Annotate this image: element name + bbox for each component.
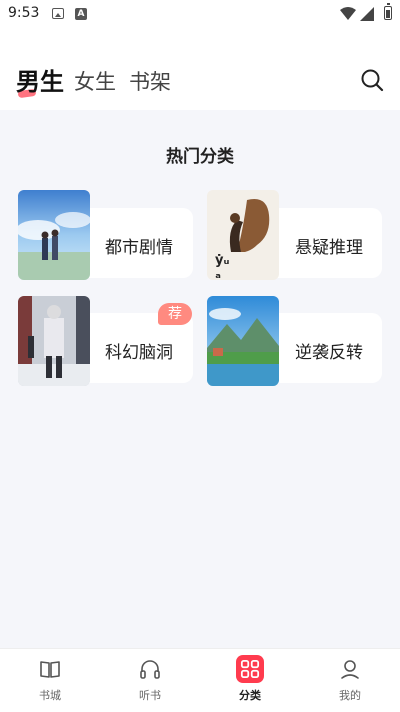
tab-bookshelf[interactable]: 书架 <box>129 66 171 96</box>
nav-item-audiobook[interactable]: 听书 <box>100 649 200 712</box>
app-notification-icon: A <box>75 8 87 20</box>
bottom-nav: 书城 听书 分类 我的 <box>0 648 400 712</box>
cover-image-urban <box>18 190 90 280</box>
category-label: 悬疑推理 <box>295 238 363 258</box>
category-label: 逆袭反转 <box>295 343 363 363</box>
status-bar: 9:53 A <box>0 0 400 30</box>
nav-label: 我的 <box>339 689 361 702</box>
book-icon <box>40 661 60 678</box>
recommend-badge: 荐 <box>158 303 192 325</box>
header: 男生 女生 书架 <box>0 30 400 110</box>
search-icon[interactable] <box>360 68 384 92</box>
nav-item-profile[interactable]: 我的 <box>300 649 400 712</box>
category-label: 科幻脑洞 <box>105 343 173 363</box>
cover-image-comeback <box>207 296 279 386</box>
grid-icon <box>236 655 264 683</box>
nav-label: 书城 <box>39 689 61 702</box>
headphones-icon <box>140 660 160 679</box>
wifi-icon <box>340 7 356 20</box>
nav-item-bookstore[interactable]: 书城 <box>0 649 100 712</box>
category-label: 都市剧情 <box>105 238 173 258</box>
nav-item-category[interactable]: 分类 <box>200 649 300 712</box>
svg-text:ẏᵤ: ẏᵤ <box>215 253 229 268</box>
signal-icon <box>360 7 374 21</box>
nav-label: 分类 <box>239 689 261 702</box>
image-notification-icon <box>52 8 64 19</box>
cover-image-scifi <box>18 296 90 386</box>
tab-male[interactable]: 男生 <box>16 62 64 97</box>
user-icon <box>341 660 359 679</box>
svg-text:ₐ: ₐ <box>215 267 221 280</box>
cover-image-mystery: ẏᵤ ₐ <box>207 190 279 280</box>
battery-icon <box>384 3 392 20</box>
tab-female[interactable]: 女生 <box>74 66 116 96</box>
nav-label: 听书 <box>139 689 161 702</box>
section-title: 热门分类 <box>166 147 234 167</box>
status-time: 9:53 <box>8 5 40 21</box>
